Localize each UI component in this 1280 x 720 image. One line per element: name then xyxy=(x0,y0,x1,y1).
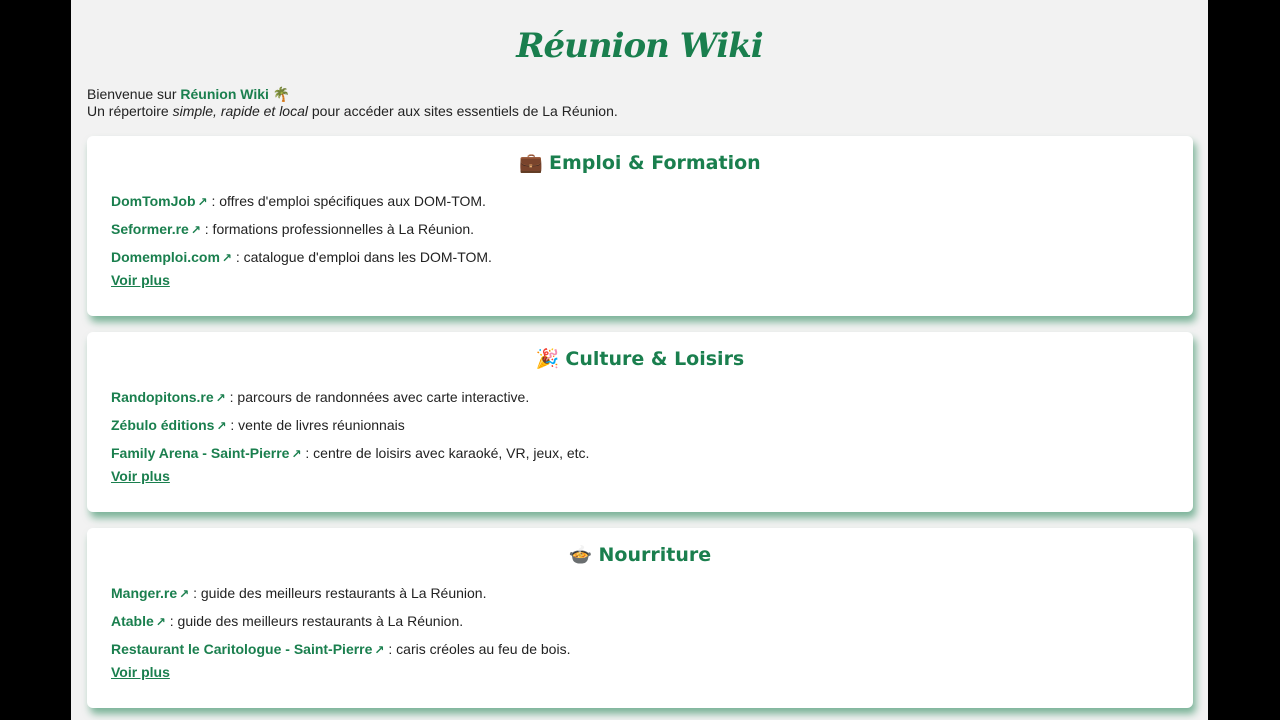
list-item: Zébulo éditions ↗ : vente de livres réuni… xyxy=(111,412,1193,440)
pot-of-food-icon: 🍲 xyxy=(568,544,593,566)
site-link-name[interactable]: Seformer.re xyxy=(111,221,189,237)
site-link-name[interactable]: Domemploi.com xyxy=(111,249,220,265)
site-link-name[interactable]: Atable xyxy=(111,613,154,629)
external-link-icon: ↗ xyxy=(155,615,166,629)
external-link-icon: ↗ xyxy=(216,419,227,433)
site-description: : vente de livres réunionnais xyxy=(230,417,405,433)
list-item: Randopitons.re ↗ : parcours de randonnées… xyxy=(111,384,1193,412)
external-link-icon: ↗ xyxy=(221,251,232,265)
site-link[interactable]: Zébulo éditions ↗ xyxy=(111,417,227,433)
page: Réunion Wiki Bienvenue sur Réunion Wiki … xyxy=(71,0,1208,720)
site-location[interactable]: Saint-Pierre xyxy=(294,641,373,657)
section-title: 💼 Emploi & Formation xyxy=(87,136,1193,176)
site-link[interactable]: Restaurant le Caritologue - Saint-Pierre… xyxy=(111,641,384,657)
location-separator: - xyxy=(198,445,211,461)
party-popper-icon: 🎉 xyxy=(535,348,560,370)
site-description: : caris créoles au feu de bois. xyxy=(388,641,571,657)
site-description: : guide des meilleurs restaurants à La R… xyxy=(169,613,464,629)
voir-plus-link[interactable]: Voir plus xyxy=(111,272,170,288)
briefcase-icon: 💼 xyxy=(519,152,543,174)
list-item: Atable ↗ : guide des meilleurs restaurant… xyxy=(111,608,1193,636)
list-item: Restaurant le Caritologue - Saint-Pierre… xyxy=(111,636,1193,664)
intro: Bienvenue sur Réunion Wiki 🌴 Un répertoi… xyxy=(87,86,1208,120)
site-link[interactable]: Domemploi.com ↗ xyxy=(111,249,232,265)
site-link-name[interactable]: DomTomJob xyxy=(111,193,196,209)
site-link[interactable]: Family Arena - Saint-Pierre ↗ xyxy=(111,445,302,461)
site-description: : parcours de randonnées avec carte inte… xyxy=(229,389,530,405)
list-item: DomTomJob ↗ : offres d'emploi spécifiques… xyxy=(111,188,1193,216)
welcome-brand: Réunion Wiki xyxy=(180,86,269,102)
list-item: Domemploi.com ↗ : catalogue d'emploi dans… xyxy=(111,244,1193,272)
site-link-name[interactable]: Family Arena xyxy=(111,445,198,461)
site-link[interactable]: Seformer.re ↗ xyxy=(111,221,201,237)
site-link[interactable]: Manger.re ↗ xyxy=(111,585,189,601)
site-description: : offres d'emploi spécifiques aux DOM-TO… xyxy=(211,193,486,209)
tagline-prefix: Un répertoire xyxy=(87,103,173,119)
site-link-name[interactable]: Restaurant le Caritologue xyxy=(111,641,281,657)
voir-plus-link[interactable]: Voir plus xyxy=(111,664,170,680)
site-description: : catalogue d'emploi dans les DOM-TOM. xyxy=(235,249,492,265)
welcome-prefix: Bienvenue sur xyxy=(87,86,177,102)
welcome-line: Bienvenue sur Réunion Wiki 🌴 xyxy=(87,86,1208,103)
site-description: : formations professionnelles à La Réuni… xyxy=(204,221,475,237)
site-title: Réunion Wiki xyxy=(516,26,763,66)
palm-tree-icon: 🌴 xyxy=(272,86,291,102)
site-link[interactable]: DomTomJob ↗ xyxy=(111,193,208,209)
section-card-nourriture: 🍲 Nourriture Manger.re ↗ : guide des meill… xyxy=(87,528,1193,708)
link-list: Randopitons.re ↗ : parcours de randonnées… xyxy=(111,384,1193,468)
site-link[interactable]: Atable ↗ xyxy=(111,613,166,629)
location-separator: - xyxy=(281,641,294,657)
tagline-suffix: pour accéder aux sites essentiels de La … xyxy=(308,103,618,119)
external-link-icon: ↗ xyxy=(197,195,208,209)
list-item: Seformer.re ↗ : formations professionnell… xyxy=(111,216,1193,244)
section-card-culture-loisirs: 🎉 Culture & Loisirs Randopitons.re ↗ : par… xyxy=(87,332,1193,512)
tagline: Un répertoire simple, rapide et local po… xyxy=(87,103,1208,120)
link-list: Manger.re ↗ : guide des meilleurs restaur… xyxy=(111,580,1193,664)
external-link-icon: ↗ xyxy=(215,391,226,405)
section-title-text: Culture & Loisirs xyxy=(565,348,745,370)
list-item: Family Arena - Saint-Pierre ↗ : centre de… xyxy=(111,440,1193,468)
site-description: : centre de loisirs avec karaoké, VR, je… xyxy=(305,445,590,461)
section-title: 🎉 Culture & Loisirs xyxy=(87,332,1193,372)
site-link-name[interactable]: Manger.re xyxy=(111,585,177,601)
site-description: : guide des meilleurs restaurants à La R… xyxy=(193,585,487,601)
list-item: Manger.re ↗ : guide des meilleurs restaur… xyxy=(111,580,1193,608)
external-link-icon: ↗ xyxy=(291,447,302,461)
external-link-icon: ↗ xyxy=(374,643,385,657)
site-location[interactable]: Saint-Pierre xyxy=(211,445,290,461)
section-title-text: Nourriture xyxy=(598,544,712,566)
section-card-emploi-formation: 💼 Emploi & Formation DomTomJob ↗ : offres … xyxy=(87,136,1193,316)
section-title-text: Emploi & Formation xyxy=(548,152,761,174)
tagline-emphasis: simple, rapide et local xyxy=(172,103,308,119)
site-link[interactable]: Randopitons.re ↗ xyxy=(111,389,226,405)
external-link-icon: ↗ xyxy=(179,587,190,601)
site-link-name[interactable]: Randopitons.re xyxy=(111,389,214,405)
link-list: DomTomJob ↗ : offres d'emploi spécifiques… xyxy=(111,188,1193,272)
site-link-name[interactable]: Zébulo éditions xyxy=(111,417,214,433)
section-title: 🍲 Nourriture xyxy=(87,528,1193,568)
external-link-icon: ↗ xyxy=(190,223,201,237)
voir-plus-link[interactable]: Voir plus xyxy=(111,468,170,484)
